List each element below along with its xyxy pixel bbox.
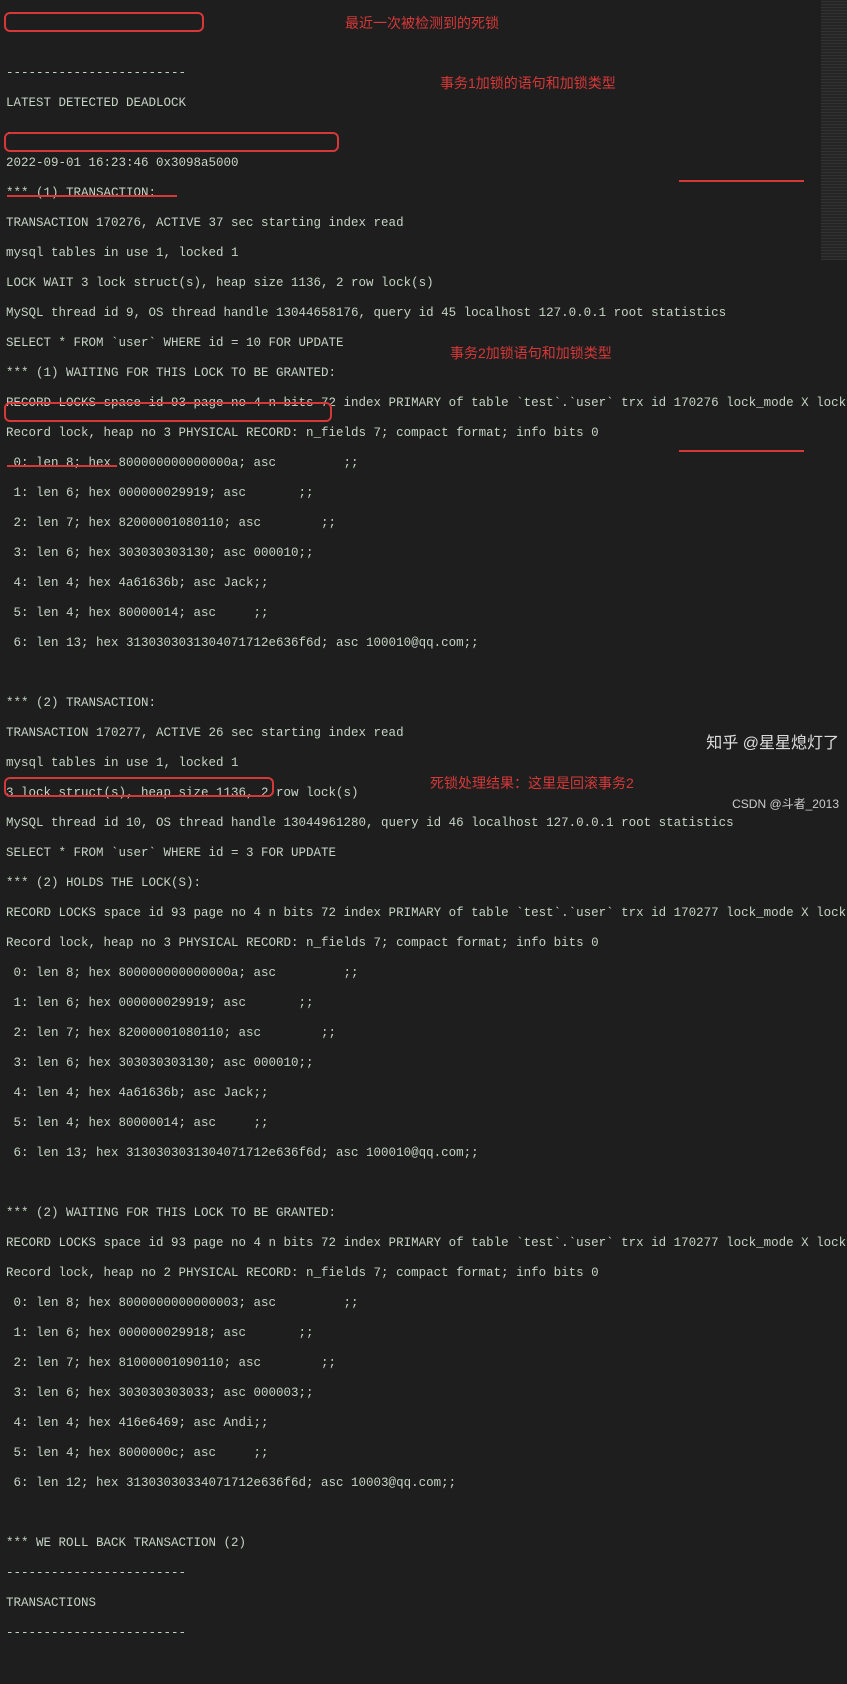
highlight-box-header: [4, 12, 204, 32]
blank: [6, 666, 841, 681]
tx2-holds: *** (2) HOLDS THE LOCK(S):: [6, 876, 841, 891]
record-field: 5: len 4; hex 80000014; asc ;;: [6, 1116, 841, 1131]
record-field: 6: len 13; hex 3130303031304071712e636f6…: [6, 1146, 841, 1161]
record-field: 3: len 6; hex 303030303033; asc 000003;;: [6, 1386, 841, 1401]
record-field: 2: len 7; hex 82000001080110; asc ;;: [6, 516, 841, 531]
record-field: 0: len 8; hex 8000000000000003; asc ;;: [6, 1296, 841, 1311]
record-field: 0: len 8; hex 800000000000000a; asc ;;: [6, 456, 841, 471]
tx1-line: MySQL thread id 9, OS thread handle 1304…: [6, 306, 841, 321]
tx1-line: mysql tables in use 1, locked 1: [6, 246, 841, 261]
tx2-physical: Record lock, heap no 3 PHYSICAL RECORD: …: [6, 936, 841, 951]
record-field: 5: len 4; hex 8000000c; asc ;;: [6, 1446, 841, 1461]
record-field: 3: len 6; hex 303030303130; asc 000010;;: [6, 1056, 841, 1071]
tx1-line: LOCK WAIT 3 lock struct(s), heap size 11…: [6, 276, 841, 291]
deadlock-header: LATEST DETECTED DEADLOCK: [6, 96, 841, 111]
transactions-section: TRANSACTIONS: [6, 1596, 841, 1611]
tx1-record-locks: RECORD LOCKS space id 93 page no 4 n bit…: [6, 396, 841, 411]
tx2-line: MySQL thread id 10, OS thread handle 130…: [6, 816, 841, 831]
annotation-header: 最近一次被检测到的死锁: [345, 16, 499, 31]
tx1-line: TRANSACTION 170276, ACTIVE 37 sec starti…: [6, 216, 841, 231]
tx1-sql: SELECT * FROM `user` WHERE id = 10 FOR U…: [6, 336, 841, 351]
record-field: 0: len 8; hex 800000000000000a; asc ;;: [6, 966, 841, 981]
tx2-record-locks: RECORD LOCKS space id 93 page no 4 n bit…: [6, 906, 841, 921]
record-field: 5: len 4; hex 80000014; asc ;;: [6, 606, 841, 621]
tx2-line: mysql tables in use 1, locked 1: [6, 756, 841, 771]
tx2-wait-physical: Record lock, heap no 2 PHYSICAL RECORD: …: [6, 1266, 841, 1281]
blank: [6, 1506, 841, 1521]
separator: ------------------------: [6, 1566, 841, 1581]
record-field: 1: len 6; hex 000000029918; asc ;;: [6, 1326, 841, 1341]
record-field: 4: len 4; hex 4a61636b; asc Jack;;: [6, 1086, 841, 1101]
tx1-physical: Record lock, heap no 3 PHYSICAL RECORD: …: [6, 426, 841, 441]
tx2-line: 3 lock struct(s), heap size 1136, 2 row …: [6, 786, 841, 801]
tx2-wait-record-locks: RECORD LOCKS space id 93 page no 4 n bit…: [6, 1236, 841, 1251]
record-field: 2: len 7; hex 81000001090110; asc ;;: [6, 1356, 841, 1371]
separator: ------------------------: [6, 126, 841, 141]
record-field: 1: len 6; hex 000000029919; asc ;;: [6, 996, 841, 1011]
record-field: 1: len 6; hex 000000029919; asc ;;: [6, 486, 841, 501]
blank: [6, 1176, 841, 1191]
record-field: 2: len 7; hex 82000001080110; asc ;;: [6, 1026, 841, 1041]
underline-tx2-lockmode: [679, 450, 804, 452]
tx1-header: *** (1) TRANSACTION:: [6, 186, 841, 201]
record-field: 4: len 4; hex 4a61636b; asc Jack;;: [6, 576, 841, 591]
rollback-line: *** WE ROLL BACK TRANSACTION (2): [6, 1536, 841, 1551]
separator: ------------------------: [6, 1626, 841, 1641]
separator: ------------------------: [6, 66, 841, 81]
tx2-line: TRANSACTION 170277, ACTIVE 26 sec starti…: [6, 726, 841, 741]
tx1-wait: *** (1) WAITING FOR THIS LOCK TO BE GRAN…: [6, 366, 841, 381]
record-field: 3: len 6; hex 303030303130; asc 000010;;: [6, 546, 841, 561]
tx2-header: *** (2) TRANSACTION:: [6, 696, 841, 711]
tx2-wait: *** (2) WAITING FOR THIS LOCK TO BE GRAN…: [6, 1206, 841, 1221]
record-field: 6: len 13; hex 3130303031304071712e636f6…: [6, 636, 841, 651]
editor-minimap[interactable]: [821, 0, 847, 260]
annotation-rollback: 死锁处理结果：这里是回滚事务2: [430, 776, 634, 791]
annotation-tx1: 事务1加锁的语句和加锁类型: [440, 76, 616, 91]
annotation-tx2: 事务2加锁语句和加锁类型: [450, 346, 612, 361]
timestamp: 2022-09-01 16:23:46 0x3098a5000: [6, 156, 841, 171]
underline-tx1-lockmode: [679, 180, 804, 182]
record-field: 6: len 12; hex 31303030334071712e636f6d;…: [6, 1476, 841, 1491]
tx2-sql: SELECT * FROM `user` WHERE id = 3 FOR UP…: [6, 846, 841, 861]
record-field: 4: len 4; hex 416e6469; asc Andi;;: [6, 1416, 841, 1431]
